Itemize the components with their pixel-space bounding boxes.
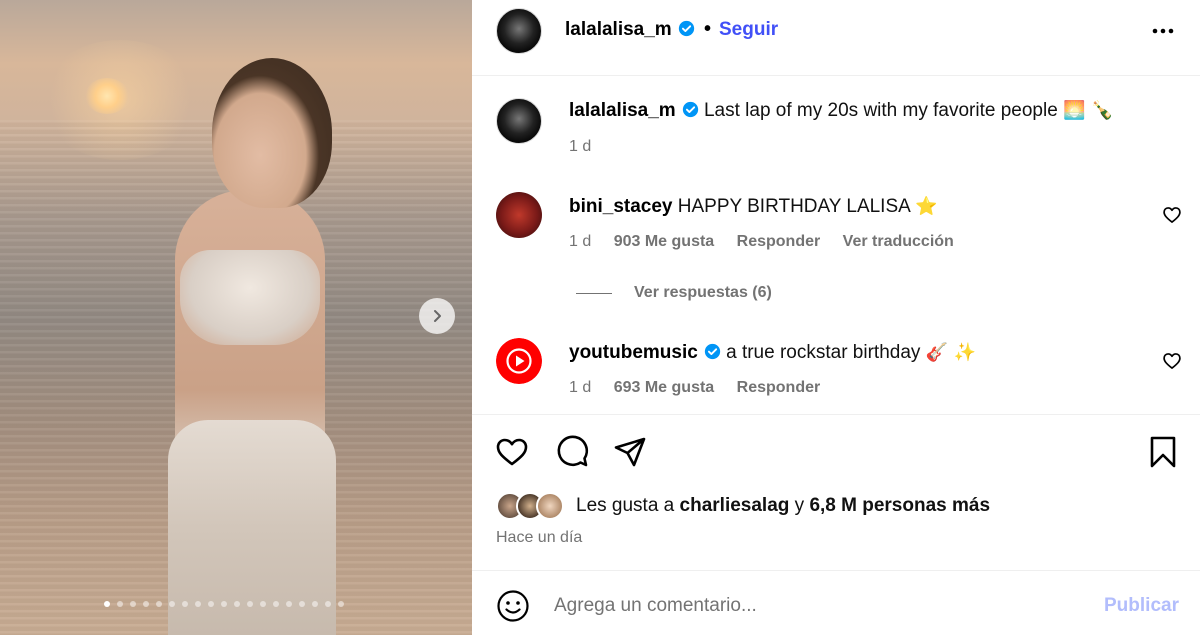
comment-text: youtubemusic a true rockstar birthday 🎸 … bbox=[569, 342, 976, 364]
commenter-username[interactable]: bini_stacey bbox=[569, 196, 673, 217]
sun bbox=[85, 78, 129, 114]
likes-conj: y bbox=[794, 495, 805, 516]
divider bbox=[472, 414, 1200, 415]
caption-avatar[interactable] bbox=[496, 98, 542, 144]
figure-head bbox=[212, 58, 332, 208]
comment-input[interactable]: Agrega un comentario... bbox=[554, 595, 757, 617]
comment-text: bini_stacey HAPPY BIRTHDAY LALISA ⭐ bbox=[569, 196, 937, 218]
commenter-avatar[interactable] bbox=[496, 192, 542, 238]
heart-icon[interactable] bbox=[1162, 351, 1182, 371]
carousel-dot bbox=[208, 601, 214, 607]
action-bar bbox=[472, 432, 1200, 472]
post-detail-panel: lalalalisa_m • Seguir lalalalisa_m Last … bbox=[472, 0, 1200, 635]
commenter-username-text[interactable]: youtubemusic bbox=[569, 342, 698, 363]
comment-time[interactable]: 1 d bbox=[569, 233, 591, 250]
comment-emoji: 🎸 ✨ bbox=[925, 342, 977, 363]
heart-icon[interactable] bbox=[494, 434, 530, 470]
post-date[interactable]: Hace un día bbox=[496, 529, 582, 547]
chevron-right-icon bbox=[434, 310, 441, 322]
liker-avatar bbox=[536, 492, 564, 520]
youtube-music-icon[interactable] bbox=[496, 338, 542, 384]
carousel-dot bbox=[169, 601, 175, 607]
view-replies-button[interactable]: Ver respuestas (6) bbox=[576, 284, 772, 302]
carousel-dot bbox=[338, 601, 344, 607]
likes-text: Les gusta a charliesalag y 6,8 M persona… bbox=[576, 495, 990, 517]
comment-time[interactable]: 1 d bbox=[569, 379, 591, 396]
carousel-dot bbox=[221, 601, 227, 607]
commenter-username[interactable]: youtubemusic bbox=[569, 342, 721, 363]
carousel-dot bbox=[195, 601, 201, 607]
carousel-dot bbox=[156, 601, 162, 607]
verified-icon bbox=[682, 101, 698, 118]
verified-icon bbox=[704, 343, 720, 360]
carousel-dot bbox=[247, 601, 253, 607]
likes-summary[interactable]: Les gusta a charliesalag y 6,8 M persona… bbox=[496, 492, 990, 520]
carousel-dot bbox=[286, 601, 292, 607]
comment-meta: 1 d 693 Me gusta Responder bbox=[569, 379, 838, 397]
comment-likes[interactable]: 693 Me gusta bbox=[614, 379, 714, 396]
carousel-dot bbox=[273, 601, 279, 607]
carousel-dot bbox=[325, 601, 331, 607]
comment-likes[interactable]: 903 Me gusta bbox=[614, 233, 714, 250]
author-username-text[interactable]: lalalalisa_m bbox=[565, 19, 672, 40]
comment-meta: 1 d 903 Me gusta Responder Ver traducció… bbox=[569, 233, 972, 251]
caption-timestamp[interactable]: 1 d bbox=[569, 138, 591, 156]
bookmark-icon[interactable] bbox=[1145, 434, 1181, 470]
caption-emoji: 🌅 🍾 bbox=[1063, 100, 1114, 121]
share-icon[interactable] bbox=[612, 434, 648, 470]
carousel-dot bbox=[182, 601, 188, 607]
post-comment-button[interactable]: Publicar bbox=[1104, 595, 1179, 617]
caption-username[interactable]: lalalalisa_m bbox=[569, 100, 699, 121]
author-username[interactable]: lalalalisa_m bbox=[565, 19, 695, 41]
reply-button[interactable]: Responder bbox=[737, 379, 821, 396]
carousel-dot bbox=[143, 601, 149, 607]
comment-composer: Agrega un comentario... Publicar bbox=[472, 570, 1200, 635]
post-header: lalalalisa_m • Seguir bbox=[472, 0, 1200, 76]
carousel-dot bbox=[260, 601, 266, 607]
reply-button[interactable]: Responder bbox=[737, 233, 821, 250]
view-replies-label[interactable]: Ver respuestas (6) bbox=[634, 284, 772, 302]
carousel-dot bbox=[234, 601, 240, 607]
emoji-icon[interactable] bbox=[496, 589, 530, 623]
caption-body: Last lap of my 20s with my favorite peop… bbox=[703, 100, 1058, 121]
heart-icon[interactable] bbox=[1162, 205, 1182, 225]
verified-icon bbox=[678, 20, 694, 37]
carousel-indicator bbox=[104, 601, 344, 607]
replies-line bbox=[576, 292, 612, 294]
likes-others[interactable]: 6,8 M personas más bbox=[809, 495, 990, 516]
follow-button[interactable]: Seguir bbox=[719, 19, 778, 41]
carousel-dot bbox=[130, 601, 136, 607]
avatar[interactable] bbox=[496, 8, 542, 54]
figure-top bbox=[180, 250, 320, 345]
likes-prefix: Les gusta a bbox=[576, 495, 675, 516]
comment-emoji: ⭐ bbox=[915, 196, 938, 217]
carousel-dot bbox=[312, 601, 318, 607]
translate-button[interactable]: Ver traducción bbox=[843, 233, 954, 250]
carousel-dot bbox=[117, 601, 123, 607]
more-icon[interactable] bbox=[1148, 18, 1178, 44]
caption-text: lalalalisa_m Last lap of my 20s with my … bbox=[569, 100, 1114, 122]
separator-dot: • bbox=[704, 18, 712, 40]
liker-username[interactable]: charliesalag bbox=[680, 495, 790, 516]
comment-body: HAPPY BIRTHDAY LALISA bbox=[677, 196, 910, 217]
carousel-next-button[interactable] bbox=[419, 298, 455, 334]
carousel-dot bbox=[299, 601, 305, 607]
carousel-dot bbox=[104, 601, 110, 607]
caption-username-text[interactable]: lalalalisa_m bbox=[569, 100, 676, 121]
comment-icon[interactable] bbox=[554, 434, 590, 470]
comment-body: a true rockstar birthday bbox=[726, 342, 921, 363]
post-photo[interactable] bbox=[0, 0, 472, 635]
